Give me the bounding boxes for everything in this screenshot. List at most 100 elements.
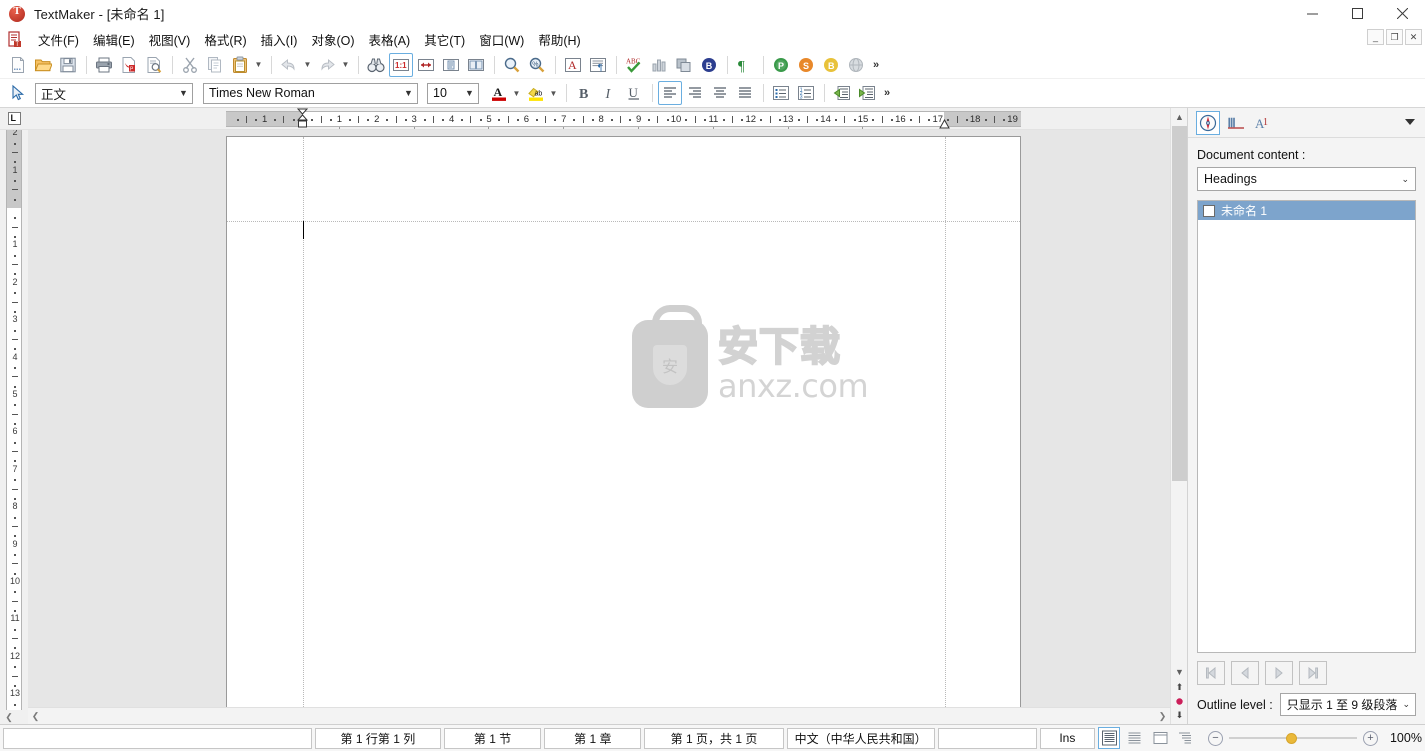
font-color-icon[interactable]: A (487, 81, 511, 105)
align-left-icon[interactable] (658, 81, 682, 105)
hscroll-left-button[interactable]: ❮ (2, 711, 16, 724)
browse-object-icon[interactable] (1173, 695, 1186, 708)
menu-item-object[interactable]: 对象(O) (304, 28, 361, 51)
italic-icon[interactable]: I (597, 81, 621, 105)
zoom-in-button[interactable]: + (1362, 730, 1378, 746)
paste-dropdown-arrow-icon[interactable]: ▼ (253, 53, 264, 77)
horizontal-scrollbar[interactable]: ❮ ❯ (28, 707, 1170, 724)
menu-item-window[interactable]: 窗口(W) (472, 28, 531, 51)
standard-toolbar-overflow[interactable]: » (869, 59, 883, 71)
increase-indent-icon[interactable] (855, 81, 879, 105)
nav-first-icon[interactable] (1197, 661, 1225, 685)
document-canvas[interactable]: 安 安下载 anxz.com (28, 130, 1170, 707)
align-justify-icon[interactable] (733, 81, 757, 105)
hscroll-right-arrow-icon[interactable]: ❯ (1155, 708, 1170, 724)
nav-next-icon[interactable] (1265, 661, 1293, 685)
highlight-color-dropdown-arrow-icon[interactable]: ▼ (548, 81, 559, 105)
select-pointer-icon[interactable] (6, 81, 30, 105)
cut-scissors-icon[interactable] (178, 53, 202, 77)
align-center-icon[interactable] (708, 81, 732, 105)
left-indent-marker[interactable] (296, 108, 309, 129)
document-menu-icon[interactable]: T (7, 30, 24, 48)
numbered-list-icon[interactable]: 1 2 3 (794, 81, 818, 105)
textmaker-b-icon[interactable]: B (819, 53, 843, 77)
vscroll-thumb[interactable] (1172, 126, 1187, 481)
chevron-down-icon[interactable]: ⌄ (1401, 174, 1409, 185)
menu-item-table[interactable]: 表格(A) (362, 28, 418, 51)
object-icon[interactable] (672, 53, 696, 77)
basicmaker-b-icon[interactable]: B (697, 53, 721, 77)
formatting-toolbar-overflow[interactable]: » (880, 87, 894, 99)
status-section[interactable]: 第 1 节 (443, 727, 542, 749)
menu-item-view[interactable]: 视图(V) (142, 28, 198, 51)
status-page[interactable]: 第 1 页，共 1 页 (644, 727, 784, 749)
tab-stop-selector[interactable]: L (0, 108, 28, 130)
menu-item-file[interactable]: 文件(F) (31, 28, 86, 51)
decrease-indent-icon[interactable] (830, 81, 854, 105)
underline-icon[interactable]: U (622, 81, 646, 105)
sidebar-tab-paragraph-styles[interactable]: A 1 (1252, 111, 1276, 135)
vscroll-down-arrow-icon[interactable]: ▼ (1171, 663, 1188, 680)
formatting-marks-icon[interactable]: ¶ (733, 53, 757, 77)
document-content-select[interactable]: Headings ⌄ (1197, 167, 1416, 191)
open-folder-icon[interactable] (31, 53, 55, 77)
find-binoculars-icon[interactable] (364, 53, 388, 77)
chart-icon[interactable] (647, 53, 671, 77)
sidebar-tab-character-styles[interactable]: Ⅲ (1224, 111, 1248, 135)
zoom-slider[interactable] (1228, 733, 1357, 744)
mdi-minimize-button[interactable]: _ (1367, 29, 1384, 45)
sidebar-tab-document-navigator[interactable] (1196, 110, 1220, 135)
menu-item-edit[interactable]: 编辑(E) (86, 28, 142, 51)
chevron-down-icon[interactable]: ▼ (461, 84, 478, 103)
zoom-percent-icon[interactable]: % (525, 53, 549, 77)
redo-dropdown-arrow-icon[interactable]: ▼ (340, 53, 351, 77)
view-standard-icon[interactable] (1097, 727, 1121, 749)
browse-next-icon[interactable]: ⬇ (1173, 709, 1186, 722)
sidebar-menu-arrow-icon[interactable] (1405, 119, 1415, 125)
status-extra[interactable] (937, 727, 1037, 749)
font-name-combo[interactable]: Times New Roman ▼ (203, 82, 418, 104)
browse-prev-icon[interactable]: ⬆ (1173, 681, 1186, 694)
presentations-p-icon[interactable]: P (769, 53, 793, 77)
page-width-icon[interactable] (414, 53, 438, 77)
two-page-icon[interactable] (464, 53, 488, 77)
zoom-in-icon[interactable] (500, 53, 524, 77)
view-outline-icon[interactable] (1174, 727, 1197, 749)
paste-clipboard-icon[interactable] (228, 53, 252, 77)
export-pdf-icon[interactable]: P (117, 53, 141, 77)
paragraph-format-icon[interactable]: ¶ (586, 53, 610, 77)
zoom-one-to-one-icon[interactable]: 1:1 (389, 52, 413, 77)
headings-list[interactable]: 未命名 1 (1197, 200, 1416, 653)
chevron-down-icon[interactable]: ⌄ (1402, 699, 1410, 710)
vscroll-up-arrow-icon[interactable]: ▲ (1171, 108, 1188, 125)
nav-last-icon[interactable] (1299, 661, 1327, 685)
vertical-scrollbar[interactable]: ▲ ▼ ⬆ ⬇ (1170, 108, 1187, 724)
horizontal-ruler[interactable]: 1 1 2 3 4 5 6 7 8 9 10 11 12 13 14 15 16 17 18 19 (226, 111, 1021, 127)
chevron-down-icon[interactable]: ▼ (175, 84, 192, 103)
font-color-dropdown-arrow-icon[interactable]: ▼ (511, 81, 522, 105)
menu-item-format[interactable]: 格式(R) (197, 28, 253, 51)
bulleted-list-icon[interactable] (769, 81, 793, 105)
maximize-button[interactable] (1335, 0, 1380, 27)
redo-icon[interactable] (315, 53, 339, 77)
view-master-page-icon[interactable] (1149, 727, 1172, 749)
vertical-ruler[interactable]: 211234567891011121314 (6, 130, 22, 710)
character-format-icon[interactable]: A (561, 53, 585, 77)
minimize-button[interactable] (1290, 0, 1335, 27)
status-language[interactable]: 中文（中华人民共和国） (786, 727, 935, 749)
nav-prev-icon[interactable] (1231, 661, 1259, 685)
list-item[interactable]: 未命名 1 (1198, 201, 1415, 220)
status-insert-mode[interactable]: Ins (1039, 727, 1095, 749)
status-line-column[interactable]: 第 1 行第 1 列 (314, 727, 441, 749)
right-indent-marker[interactable] (939, 117, 950, 129)
view-page-icon[interactable] (1123, 727, 1146, 749)
undo-icon[interactable] (277, 53, 301, 77)
close-button[interactable] (1380, 0, 1425, 27)
menu-item-insert[interactable]: 插入(I) (254, 28, 305, 51)
align-right-icon[interactable] (683, 81, 707, 105)
list-item-checkbox[interactable] (1203, 204, 1215, 217)
menu-item-help[interactable]: 帮助(H) (531, 28, 587, 51)
outline-level-select[interactable]: 只显示 1 至 9 级段落 ⌄ (1279, 693, 1416, 716)
spellcheck-abc-icon[interactable]: ABC (622, 53, 646, 77)
bold-icon[interactable]: B (572, 81, 596, 105)
